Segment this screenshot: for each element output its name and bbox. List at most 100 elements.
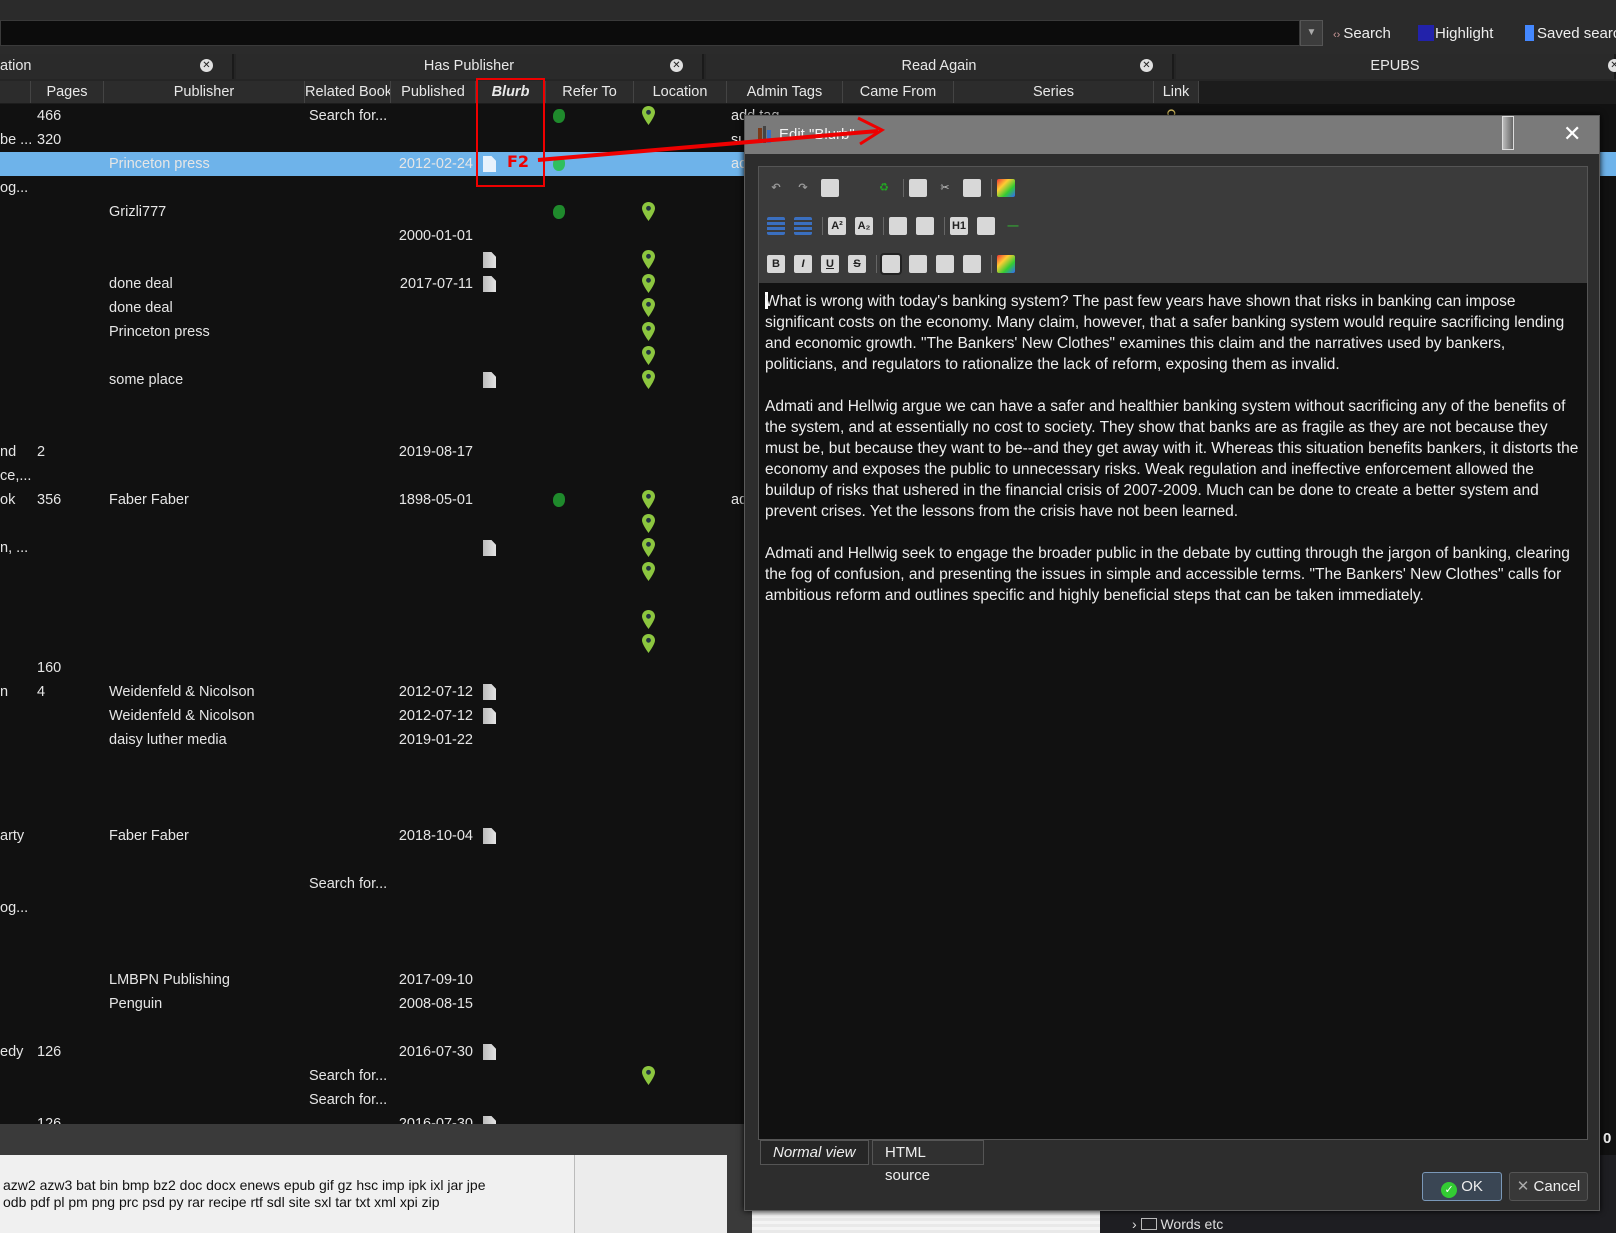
heading-icon[interactable]: H1 [950,217,968,235]
search-button-label: Search [1343,25,1391,42]
underline-icon[interactable]: U [821,255,839,273]
strikethrough-icon[interactable]: S [848,255,866,273]
column-header-admin-tags[interactable]: Admin Tags [727,81,843,103]
map-pin-icon[interactable] [642,346,655,365]
tree-item-words-etc[interactable]: › Words etc [1132,1216,1223,1232]
paste-icon[interactable] [963,179,981,197]
redo-icon[interactable]: ↷ [794,179,812,197]
map-pin-icon[interactable] [642,298,655,317]
horizontal-rule-icon[interactable]: — [1004,217,1022,235]
publisher-cell [109,464,304,488]
saved-searches-button[interactable]: Saved searc [1525,23,1616,45]
publisher-cell [109,440,304,464]
blurb-document-icon[interactable] [483,252,496,268]
column-header-came-from[interactable]: Came From [843,81,954,103]
column-header-related-book[interactable]: Related Book [305,81,391,103]
column-header-refer-to[interactable]: Refer To [546,81,634,103]
indent-icon[interactable] [916,217,934,235]
title-cell [0,512,31,536]
expand-chevron-icon[interactable]: › [1132,1216,1137,1232]
toolbar-separator [883,217,884,235]
map-pin-icon[interactable] [642,610,655,629]
align-justify-icon[interactable] [963,255,981,273]
column-header-link[interactable]: Link [1154,81,1199,103]
tab-location[interactable]: ation ✕ [0,54,234,79]
map-pin-icon[interactable] [642,514,655,533]
column-header-pages[interactable]: Pages [31,81,104,103]
related-book-cell [309,416,391,440]
map-pin-icon[interactable] [642,1066,655,1085]
blurb-document-icon[interactable] [483,684,496,700]
anchor-icon[interactable] [977,217,995,235]
map-pin-icon[interactable] [642,538,655,557]
close-tab-icon[interactable]: ✕ [200,59,213,72]
column-header-location[interactable]: Location [634,81,727,103]
map-pin-icon[interactable] [642,562,655,581]
tab-epubs[interactable]: EPUBS ✕ [1176,54,1616,79]
evernote-icon[interactable] [553,157,565,171]
align-center-icon[interactable] [909,255,927,273]
evernote-icon[interactable] [553,493,565,507]
column-header-blurb[interactable]: Blurb [476,81,546,103]
clear-formatting-icon[interactable] [848,179,866,197]
copy-icon[interactable] [909,179,927,197]
map-pin-icon[interactable] [642,250,655,269]
tab-read-again[interactable]: Read Again ✕ [706,54,1174,79]
blurb-document-icon[interactable] [483,540,496,556]
close-tab-icon[interactable]: ✕ [1140,59,1153,72]
align-right-icon[interactable] [936,255,954,273]
map-pin-icon[interactable] [642,370,655,389]
superscript-icon[interactable]: A² [828,217,846,235]
search-history-dropdown[interactable]: ▼ [1300,20,1323,46]
blurb-document-icon[interactable] [483,1044,496,1060]
close-tab-icon[interactable]: ✕ [670,59,683,72]
map-pin-icon[interactable] [642,274,655,293]
unordered-list-icon[interactable] [794,217,812,235]
blurb-document-icon[interactable] [483,156,496,172]
blurb-document-icon[interactable] [483,372,496,388]
close-tab-icon[interactable]: ✕ [1608,59,1616,72]
background-color-icon[interactable] [997,179,1015,197]
map-pin-icon[interactable] [642,634,655,653]
text-color-icon[interactable] [997,255,1015,273]
close-dialog-icon[interactable]: ✕ [1563,121,1581,147]
blurb-document-icon[interactable] [483,276,496,292]
blurb-document-icon[interactable] [483,1116,496,1124]
column-header-title[interactable] [0,81,31,103]
evernote-icon[interactable] [553,109,565,123]
highlight-button[interactable]: Highlight [1418,23,1493,45]
bold-icon[interactable]: B [767,255,785,273]
evernote-icon[interactable] [553,205,565,219]
blurb-text-area[interactable]: What is wrong with today's banking syste… [759,283,1587,1139]
ordered-list-icon[interactable] [767,217,785,235]
blurb-document-icon[interactable] [483,708,496,724]
ok-button[interactable]: ✓ OK [1422,1172,1502,1201]
dialog-title-bar[interactable]: Edit "Blurb" ✕ [745,116,1599,154]
column-header-publisher[interactable]: Publisher [104,81,305,103]
title-cell: n [0,684,9,700]
column-header-series[interactable]: Series [954,81,1154,103]
undo-icon[interactable]: ↶ [767,179,785,197]
map-pin-icon[interactable] [642,106,655,125]
tab-html-source[interactable]: HTML source [872,1140,984,1184]
pages-cell [37,896,103,920]
map-pin-icon[interactable] [642,202,655,221]
paste-text-icon[interactable] [821,179,839,197]
subscript-icon[interactable]: A₂ [855,217,873,235]
cancel-button[interactable]: ✕ Cancel [1509,1172,1588,1201]
outdent-icon[interactable] [889,217,907,235]
search-button[interactable]: ‹› Search [1333,23,1391,45]
recycle-icon[interactable]: ♻ [875,179,893,197]
blurb-document-icon[interactable] [483,828,496,844]
map-pin-icon[interactable] [642,322,655,341]
cut-icon[interactable]: ✂ [936,179,954,197]
dialog-pin-handle[interactable] [1502,116,1514,150]
tab-has-publisher[interactable]: Has Publisher ✕ [236,54,704,79]
tab-normal-view[interactable]: Normal view [760,1140,869,1165]
published-cell [391,872,473,896]
column-header-published[interactable]: Published [391,81,476,103]
map-pin-icon[interactable] [642,490,655,509]
italic-icon[interactable]: I [794,255,812,273]
search-input[interactable] [0,20,1300,46]
align-left-icon[interactable] [880,253,902,275]
